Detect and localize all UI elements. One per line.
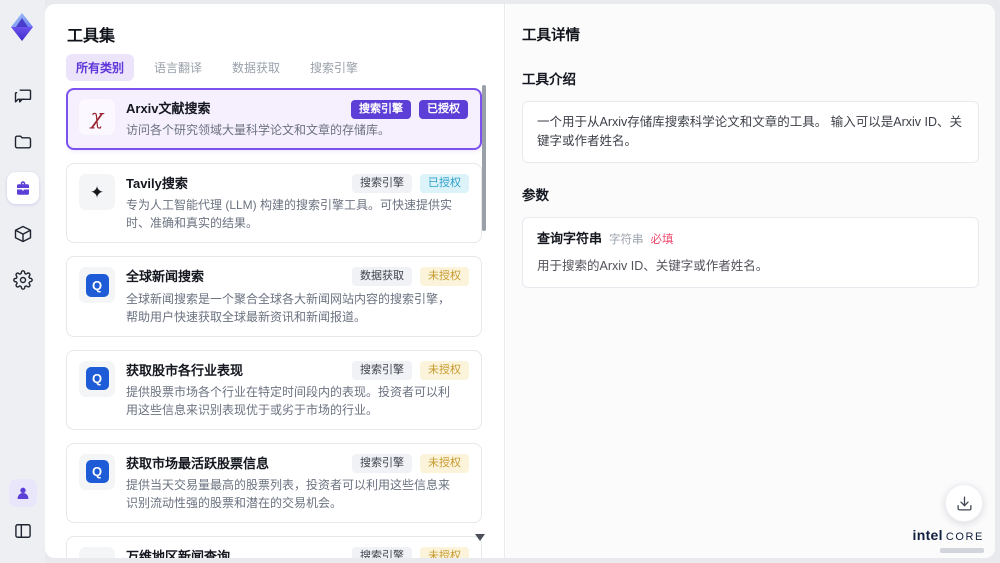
blue-search-icon: Q	[79, 267, 115, 304]
sidebar-item-settings[interactable]	[0, 257, 45, 303]
tool-badges: 数据获取 未授权	[352, 267, 469, 287]
sparkle-star-icon: ✦	[79, 174, 115, 211]
category-tab-0[interactable]: 所有类别	[66, 54, 135, 81]
tool-badges: 搜索引擎 已授权	[351, 100, 468, 119]
sidebar-item-account[interactable]	[8, 479, 37, 507]
gear-icon	[12, 270, 33, 290]
sidebar-item-tools-active[interactable]	[0, 165, 45, 211]
category-badge: 搜索引擎	[352, 174, 412, 194]
category-badge: 搜索引擎	[352, 546, 412, 558]
auth-status-badge: 未授权	[420, 453, 469, 473]
param-description: 用于搜索的Arxiv ID、关键字或作者姓名。	[537, 258, 769, 273]
intro-heading: 工具介绍	[522, 72, 576, 87]
cube-icon	[14, 225, 31, 243]
category-tab-2[interactable]: 数据获取	[222, 54, 290, 81]
main-content: 工具集 所有类别 语言翻译 数据获取 搜索引擎 χ Arxiv文献搜索 访问各个研究领…	[45, 4, 995, 558]
tool-badges: 搜索引擎 未授权	[352, 453, 469, 473]
param-header: 查询字符串 字符串 必填	[537, 229, 964, 249]
tool-badges: 搜索引擎 已授权	[352, 174, 469, 194]
param-type: 字符串	[609, 233, 644, 246]
tool-description: 全球新闻搜索是一个聚合全球各大新闻网站内容的搜索引擎，帮助用户快速获取全球最新资…	[126, 291, 451, 324]
sidebar-item-files[interactable]	[0, 119, 45, 165]
sidebar-bottom	[0, 479, 45, 547]
tool-description: 提供股票市场各个行业在特定时间段内的表现。投资者可以利用这些信息来识别表现优于或…	[126, 384, 451, 417]
tool-card[interactable]: ✦ Tavily搜索 专为人工智能代理 (LLM) 构建的搜索引擎工具。可快速提…	[66, 163, 482, 244]
briefcase-icon	[16, 181, 29, 195]
sidebar	[0, 0, 45, 563]
category-badge: 搜索引擎	[352, 453, 412, 473]
intro-text-box: 一个用于从Arxiv存储库搜索科学论文和文章的工具。 输入可以是Arxiv ID…	[522, 101, 979, 163]
tool-card[interactable]: Q 获取市场最活跃股票信息 提供当天交易量最高的股票列表，投资者可以利用这些信息…	[66, 442, 482, 523]
tool-body: 万维地区新闻查询 查询具体行政区划内的新闻，快速了解各地新闻动	[126, 547, 390, 558]
auth-status-badge: 已授权	[420, 174, 469, 194]
download-button[interactable]	[945, 484, 983, 522]
tool-badges: 搜索引擎 未授权	[352, 360, 469, 380]
news-building-icon	[79, 546, 115, 558]
param-name: 查询字符串	[537, 230, 603, 246]
app-window: 工具集 所有类别 语言翻译 数据获取 搜索引擎 χ Arxiv文献搜索 访问各个研究领…	[0, 0, 1000, 563]
folder-icon	[14, 135, 31, 149]
sidebar-nav	[0, 73, 45, 303]
active-item-background	[6, 172, 39, 204]
param-required-badge: 必填	[650, 233, 674, 246]
gem-logo-icon	[5, 10, 39, 44]
blue-search-icon: Q	[79, 453, 115, 490]
tool-collection-panel: 工具集 所有类别 语言翻译 数据获取 搜索引擎 χ Arxiv文献搜索 访问各个研究领…	[45, 4, 505, 558]
brand-intel-text: intel	[912, 527, 943, 543]
arxiv-chi-icon: χ	[79, 99, 115, 135]
detail-title: 工具详情	[522, 28, 580, 44]
auth-status-badge: 未授权	[420, 360, 469, 380]
scrollbar-down-arrow-icon[interactable]	[475, 534, 485, 541]
scrollbar-thumb[interactable]	[482, 85, 486, 231]
category-tabs: 所有类别 语言翻译 数据获取 搜索引擎	[66, 54, 368, 81]
tool-description: 提供当天交易量最高的股票列表，投资者可以利用这些信息来识别流动性强的股票和潜在的…	[126, 477, 451, 510]
tool-description: 专为人工智能代理 (LLM) 构建的搜索引擎工具。可快速提供实时、准确和真实的结…	[126, 198, 453, 231]
tool-description: 访问各个研究领域大量科学论文和文章的存储库。	[126, 123, 391, 138]
brand-core-text: CORE	[945, 531, 984, 543]
tool-badges: 搜索引擎 未授权	[352, 546, 469, 558]
user-icon	[17, 487, 28, 499]
tool-card[interactable]: Q 获取股市各行业表现 提供股票市场各个行业在特定时间段内的表现。投资者可以利用…	[66, 349, 482, 430]
params-heading: 参数	[522, 187, 549, 203]
chat-icon	[14, 89, 31, 103]
blue-search-icon: Q	[79, 360, 115, 397]
tool-detail-panel: 工具详情 工具介绍 一个用于从Arxiv存储库搜索科学论文和文章的工具。 输入可…	[506, 4, 995, 558]
category-badge: 数据获取	[352, 267, 412, 287]
tool-title: 万维地区新闻查询	[126, 548, 231, 558]
tool-card[interactable]: 万维地区新闻查询 查询具体行政区划内的新闻，快速了解各地新闻动 搜索引擎 未授权	[66, 535, 482, 558]
category-badge: 搜索引擎	[352, 360, 412, 380]
auth-status-badge: 已授权	[419, 100, 468, 119]
auth-status-badge: 未授权	[420, 267, 469, 287]
auth-status-badge: 未授权	[420, 546, 469, 558]
category-badge: 搜索引擎	[351, 100, 411, 119]
download-icon	[956, 495, 972, 511]
sidebar-item-chat[interactable]	[0, 73, 45, 119]
brand-subtext-bar	[940, 548, 984, 553]
panel-toggle-icon	[14, 524, 31, 538]
tool-list: χ Arxiv文献搜索 访问各个研究领域大量科学论文和文章的存储库。 搜索引擎 …	[66, 88, 482, 558]
page-title: 工具集	[67, 28, 116, 45]
tool-card[interactable]: Q 全球新闻搜索 全球新闻搜索是一个聚合全球各大新闻网站内容的搜索引擎，帮助用户…	[66, 256, 482, 337]
category-tab-3[interactable]: 搜索引擎	[300, 54, 368, 81]
category-tab-1[interactable]: 语言翻译	[144, 54, 212, 81]
tool-card[interactable]: χ Arxiv文献搜索 访问各个研究领域大量科学论文和文章的存储库。 搜索引擎 …	[66, 88, 482, 151]
sidebar-item-models[interactable]	[0, 211, 45, 257]
param-box: 查询字符串 字符串 必填 用于搜索的Arxiv ID、关键字或作者姓名。	[522, 216, 979, 288]
intel-core-logo: intel CORE	[913, 528, 984, 553]
sidebar-item-collapse[interactable]	[0, 515, 45, 547]
